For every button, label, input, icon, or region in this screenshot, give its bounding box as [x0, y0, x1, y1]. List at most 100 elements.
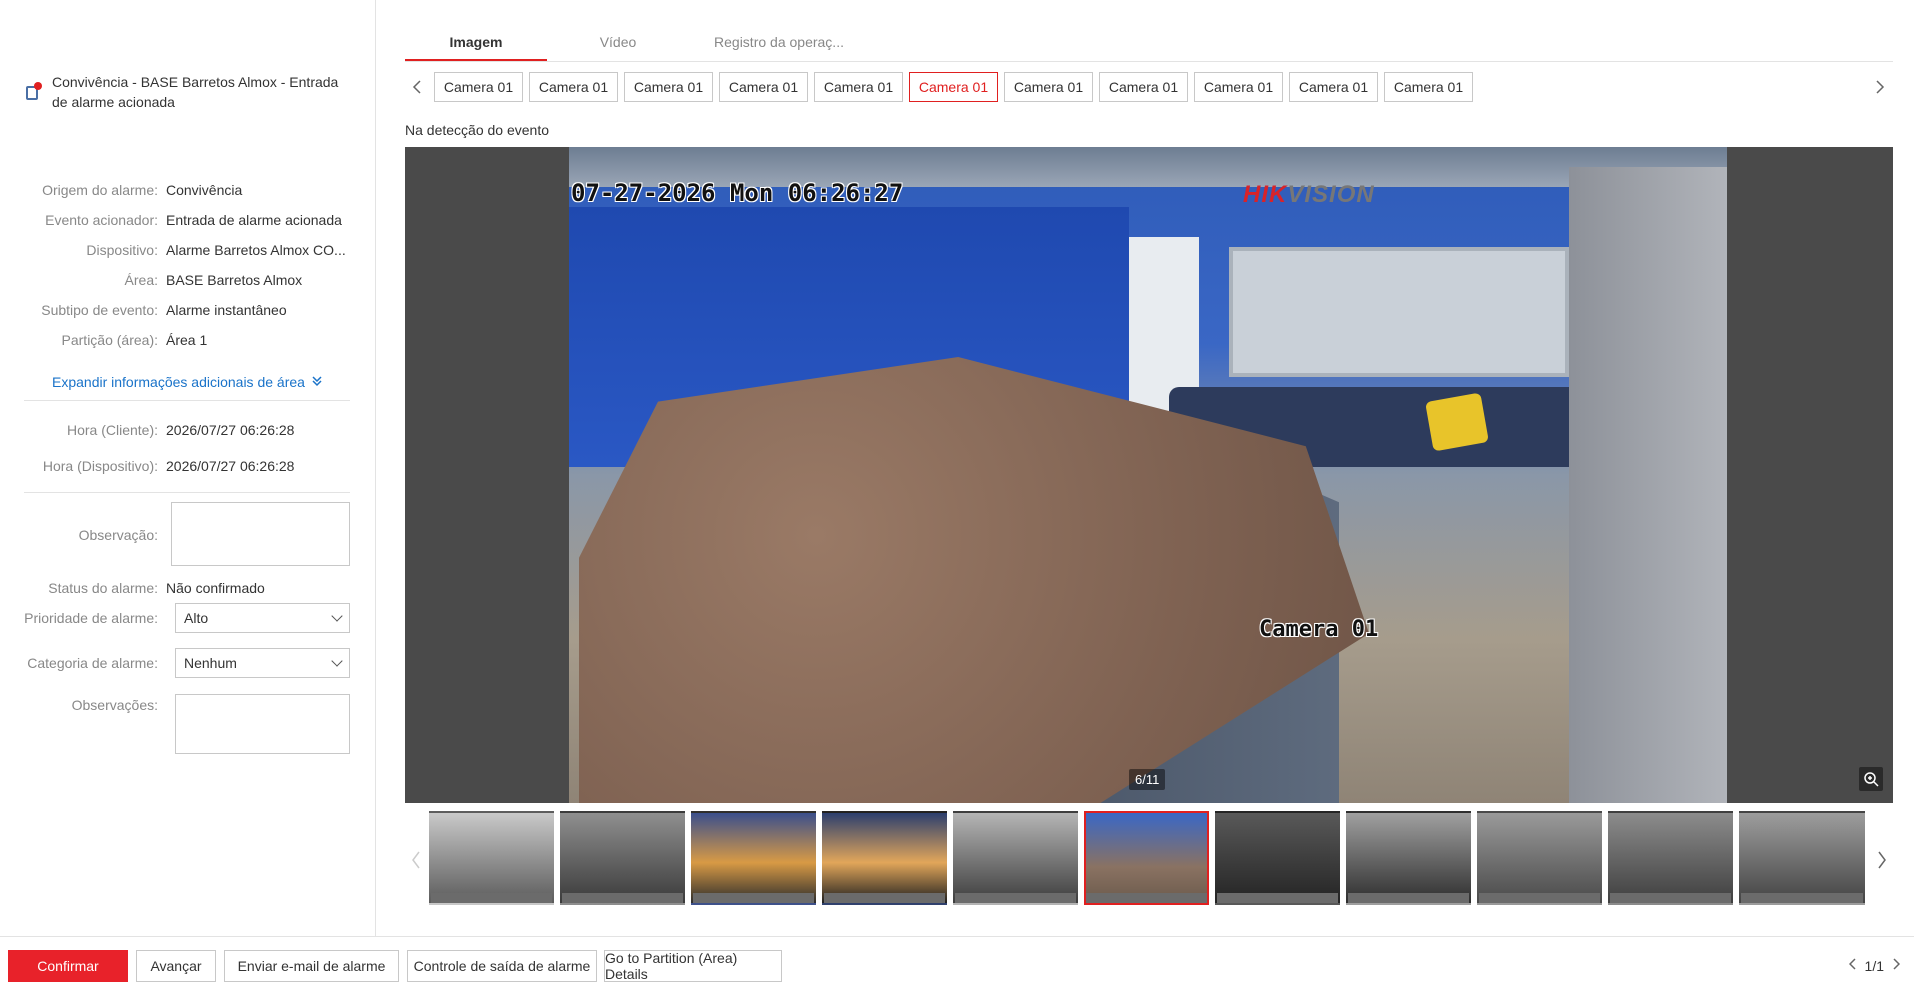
camera-button[interactable]: Camera 01 — [1384, 72, 1473, 102]
camera-button[interactable]: Camera 01 — [529, 72, 618, 102]
chevron-down-icon — [331, 610, 343, 622]
camera-prev-button[interactable] — [405, 72, 429, 102]
time-label: Hora (Cliente): — [66, 422, 158, 438]
detail-label: Evento acionador: — [45, 212, 158, 228]
observation-row: Observação: — [0, 525, 166, 545]
thumbnail[interactable] — [953, 811, 1078, 905]
osd-camera-name: Camera 01 — [1259, 617, 1379, 642]
thumbnail-prev-button[interactable] — [406, 830, 426, 890]
camera-list: Camera 01 Camera 01 Camera 01 Camera 01 … — [434, 72, 1473, 102]
tab-image[interactable]: Imagem — [405, 28, 547, 61]
divider — [24, 492, 350, 493]
alarm-header: Convivência - BASE Barretos Almox - Entr… — [24, 72, 344, 112]
image-counter: 6/11 — [1129, 769, 1166, 790]
thumbnail-strip — [429, 811, 1865, 905]
thumbnail[interactable] — [691, 811, 816, 905]
tab-video[interactable]: Vídeo — [547, 28, 689, 61]
event-caption: Na detecção do evento — [405, 122, 549, 138]
time-row-device: Hora (Dispositivo): 2026/07/27 06:26:28 — [0, 456, 295, 476]
remarks-textarea[interactable] — [175, 694, 350, 754]
tab-bar: Imagem Vídeo Registro da operaç... — [405, 28, 1893, 62]
detail-row-device: Dispositivo: Alarme Barretos Almox CO... — [0, 240, 346, 260]
thumbnail[interactable] — [429, 811, 554, 905]
category-select[interactable]: Nenhum — [175, 648, 350, 678]
thumbnail[interactable] — [1739, 811, 1865, 905]
osd-timestamp: 07-27-2026 Mon 06:26:27 — [571, 179, 904, 207]
detail-label: Origem do alarme: — [42, 182, 158, 198]
thumbnail[interactable] — [822, 811, 947, 905]
detail-value: BASE Barretos Almox — [166, 272, 303, 288]
detail-value: Alarme instantâneo — [166, 302, 287, 318]
priority-row: Prioridade de alarme: — [0, 608, 166, 628]
alarm-input-icon — [24, 82, 42, 100]
alarm-title: Convivência - BASE Barretos Almox - Entr… — [52, 74, 339, 110]
chevron-right-icon — [1893, 958, 1901, 970]
zoom-icon — [1864, 772, 1879, 787]
chevron-left-icon — [1848, 958, 1856, 970]
camera-button-active[interactable]: Camera 01 — [909, 72, 998, 102]
detail-label: Subtipo de evento: — [41, 302, 158, 318]
thumbnail[interactable] — [560, 811, 685, 905]
time-row-client: Hora (Cliente): 2026/07/27 06:26:28 — [0, 420, 295, 440]
page-next-button[interactable] — [1892, 957, 1901, 975]
detail-value: Convivência — [166, 182, 243, 198]
zoom-in-button[interactable] — [1859, 767, 1883, 791]
priority-value: Alto — [184, 610, 209, 626]
partition-details-button[interactable]: Go to Partition (Area) Details — [604, 950, 782, 982]
camera-button[interactable]: Camera 01 — [434, 72, 523, 102]
camera-button[interactable]: Camera 01 — [1004, 72, 1093, 102]
observation-label: Observação: — [78, 527, 158, 543]
detail-value: Entrada de alarme acionada — [166, 212, 342, 228]
thumbnail-next-button[interactable] — [1872, 830, 1892, 890]
detail-label: Partição (área): — [61, 332, 158, 348]
detail-row-origin: Origem do alarme: Convivência — [0, 180, 242, 200]
priority-select[interactable]: Alto — [175, 603, 350, 633]
thumbnail[interactable] — [1346, 811, 1471, 905]
chevron-left-icon — [412, 851, 420, 869]
page-prev-button[interactable] — [1848, 957, 1857, 975]
detail-label: Dispositivo: — [86, 242, 158, 258]
confirm-button[interactable]: Confirmar — [8, 950, 128, 982]
camera-button[interactable]: Camera 01 — [814, 72, 903, 102]
chevron-right-icon — [1876, 80, 1885, 94]
next-button[interactable]: Avançar — [136, 950, 216, 982]
camera-button[interactable]: Camera 01 — [1194, 72, 1283, 102]
thumbnail[interactable] — [1477, 811, 1602, 905]
remarks-row: Observações: — [0, 695, 166, 715]
status-row: Status do alarme: Não confirmado — [0, 578, 265, 598]
expand-label: Expandir informações adicionais de área — [52, 374, 305, 390]
detail-row-area: Área: BASE Barretos Almox — [0, 270, 303, 290]
action-bar: Confirmar Avançar Enviar e-mail de alarm… — [0, 936, 1914, 986]
camera-button[interactable]: Camera 01 — [719, 72, 808, 102]
category-label: Categoria de alarme: — [27, 655, 158, 671]
detail-value: Alarme Barretos Almox CO... — [166, 242, 346, 258]
thumbnail-active[interactable] — [1084, 811, 1209, 905]
time-label: Hora (Dispositivo): — [42, 458, 158, 474]
pager: 1/1 — [1848, 957, 1901, 975]
observation-textarea[interactable] — [171, 502, 350, 566]
camera-button[interactable]: Camera 01 — [624, 72, 713, 102]
priority-label: Prioridade de alarme: — [24, 610, 158, 626]
time-value: 2026/07/27 06:26:28 — [166, 458, 295, 474]
detail-label: Área: — [124, 272, 158, 288]
alarm-output-control-button[interactable]: Controle de saída de alarme — [407, 950, 597, 982]
thumbnail[interactable] — [1215, 811, 1340, 905]
tab-operation-log[interactable]: Registro da operaç... — [689, 28, 869, 61]
detail-row-trigger: Evento acionador: Entrada de alarme acio… — [0, 210, 342, 230]
status-value: Não confirmado — [166, 580, 265, 596]
camera-button[interactable]: Camera 01 — [1099, 72, 1188, 102]
detail-row-partition: Partição (área): Área 1 — [0, 330, 208, 350]
expand-area-info-link[interactable]: Expandir informações adicionais de área — [52, 374, 323, 390]
chevron-left-icon — [412, 80, 421, 94]
camera-snapshot: 07-27-2026 Mon 06:26:27 HIKVISION Camera… — [569, 147, 1727, 803]
time-value: 2026/07/27 06:26:28 — [166, 422, 295, 438]
camera-next-button[interactable] — [1868, 72, 1892, 102]
category-row: Categoria de alarme: — [0, 653, 166, 673]
image-viewer[interactable]: 07-27-2026 Mon 06:26:27 HIKVISION Camera… — [405, 147, 1893, 803]
send-email-button[interactable]: Enviar e-mail de alarme — [224, 950, 399, 982]
thumbnail[interactable] — [1608, 811, 1733, 905]
remarks-label: Observações: — [71, 697, 158, 713]
camera-button[interactable]: Camera 01 — [1289, 72, 1378, 102]
brand-watermark: HIKVISION — [1243, 181, 1375, 208]
double-chevron-down-icon — [311, 375, 323, 390]
